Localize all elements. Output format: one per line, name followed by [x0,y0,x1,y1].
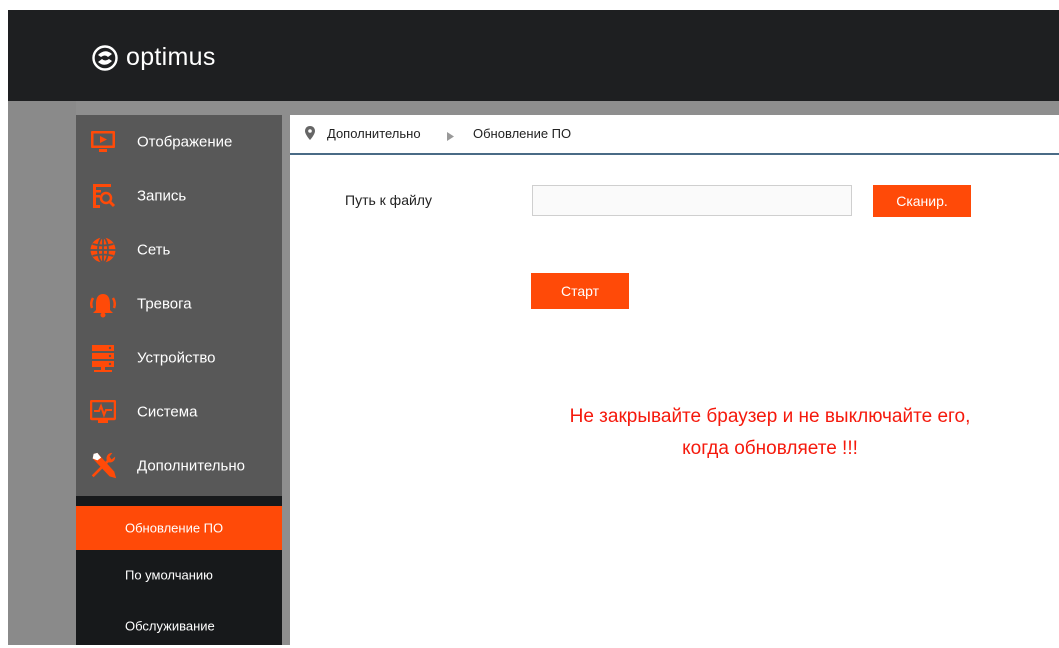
submenu-item-label: Обновление ПО [125,520,224,536]
sidebar-item-alarm[interactable]: Тревога [76,277,282,331]
breadcrumb-current: Обновление ПО [473,126,572,141]
start-button[interactable]: Старт [531,273,629,309]
storage-device-icon [88,343,118,373]
warning-line-2: когда обновляете !!! [682,438,858,459]
sidebar-item-advanced[interactable]: Дополнительно [76,439,282,493]
submenu-item-label: Обслуживание [125,618,215,634]
optimus-logo-icon [92,44,118,71]
left-gutter [8,101,76,645]
sidebar-item-device[interactable]: Устройство [76,331,282,385]
record-search-icon [88,181,118,211]
submenu: Обновление ПО По умолчанию Обслуживание [76,496,282,645]
brand-logo[interactable]: optimus [92,43,216,72]
tools-icon [88,451,118,481]
sidebar-item-label: Дополнительно [137,457,245,475]
brand-name: optimus [126,43,216,71]
globe-icon [88,235,118,265]
breadcrumb-parent[interactable]: Дополнительно [327,126,421,141]
sidebar-item-label: Система [137,403,198,421]
sidebar-item-record[interactable]: Запись [76,169,282,223]
top-header: optimus [8,10,1059,101]
breadcrumb-arrow-icon [447,128,454,146]
file-path-input[interactable] [532,185,852,216]
submenu-item-label: По умолчанию [125,567,213,583]
submenu-item-defaults[interactable]: По умолчанию [76,553,282,597]
sidebar-item-label: Запись [137,187,187,205]
scan-button[interactable]: Сканир. [873,185,971,217]
sidebar-item-network[interactable]: Сеть [76,223,282,277]
monitor-play-icon [88,127,118,157]
sidebar-item-label: Сеть [137,241,171,259]
sidebar-item-label: Отображение [137,133,233,151]
sidebar-item-display[interactable]: Отображение [76,115,282,169]
system-monitor-icon [88,397,118,427]
submenu-item-firmware-update[interactable]: Обновление ПО [76,506,282,550]
content-panel: Дополнительно Обновление ПО Путь к файлу… [290,115,1059,645]
submenu-item-maintenance[interactable]: Обслуживание [76,604,282,648]
sidebar-item-label: Тревога [137,295,192,313]
breadcrumb: Дополнительно Обновление ПО [290,115,1059,155]
alarm-bell-icon [88,289,118,319]
sidebar-item-label: Устройство [137,349,216,367]
update-warning: Не закрывайте браузер и не выключайте ег… [530,401,1010,465]
warning-line-1: Не закрывайте браузер и не выключайте ег… [569,406,971,427]
sidebar-item-system[interactable]: Система [76,385,282,439]
location-pin-icon [305,126,315,145]
file-path-label: Путь к файлу [345,192,432,208]
